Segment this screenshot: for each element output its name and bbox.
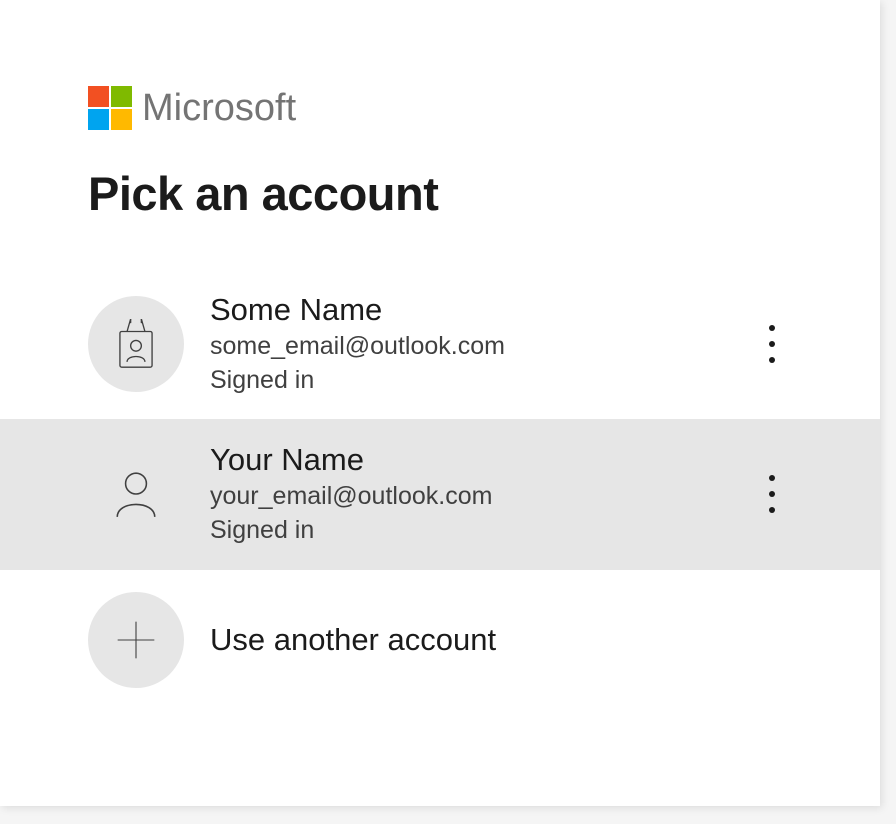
page-title: Pick an account xyxy=(88,166,792,221)
kebab-dot-icon xyxy=(769,491,775,497)
account-status: Signed in xyxy=(210,514,752,548)
microsoft-logo-icon xyxy=(88,86,132,130)
account-info: Some Name some_email@outlook.com Signed … xyxy=(210,291,752,397)
account-email: your_email@outlook.com xyxy=(210,480,752,514)
plus-icon xyxy=(88,592,184,688)
account-menu-button[interactable] xyxy=(752,319,792,369)
use-another-account-label: Use another account xyxy=(210,622,496,658)
account-display-name: Your Name xyxy=(210,441,752,480)
kebab-dot-icon xyxy=(769,341,775,347)
account-email: some_email@outlook.com xyxy=(210,330,752,364)
id-badge-icon xyxy=(88,296,184,392)
header: Microsoft Pick an account xyxy=(0,0,880,221)
account-picker-card: Microsoft Pick an account Some Name some… xyxy=(0,0,880,806)
kebab-dot-icon xyxy=(769,475,775,481)
account-info: Your Name your_email@outlook.com Signed … xyxy=(210,441,752,547)
brand-row: Microsoft xyxy=(88,86,792,130)
account-option[interactable]: Some Name some_email@outlook.com Signed … xyxy=(0,269,880,419)
account-option[interactable]: Your Name your_email@outlook.com Signed … xyxy=(0,419,880,569)
person-icon xyxy=(88,446,184,542)
kebab-dot-icon xyxy=(769,325,775,331)
account-menu-button[interactable] xyxy=(752,469,792,519)
use-another-account-button[interactable]: Use another account xyxy=(0,570,880,710)
kebab-dot-icon xyxy=(769,357,775,363)
account-display-name: Some Name xyxy=(210,291,752,330)
account-status: Signed in xyxy=(210,364,752,398)
account-list: Some Name some_email@outlook.com Signed … xyxy=(0,269,880,710)
brand-name: Microsoft xyxy=(142,87,296,130)
kebab-dot-icon xyxy=(769,507,775,513)
